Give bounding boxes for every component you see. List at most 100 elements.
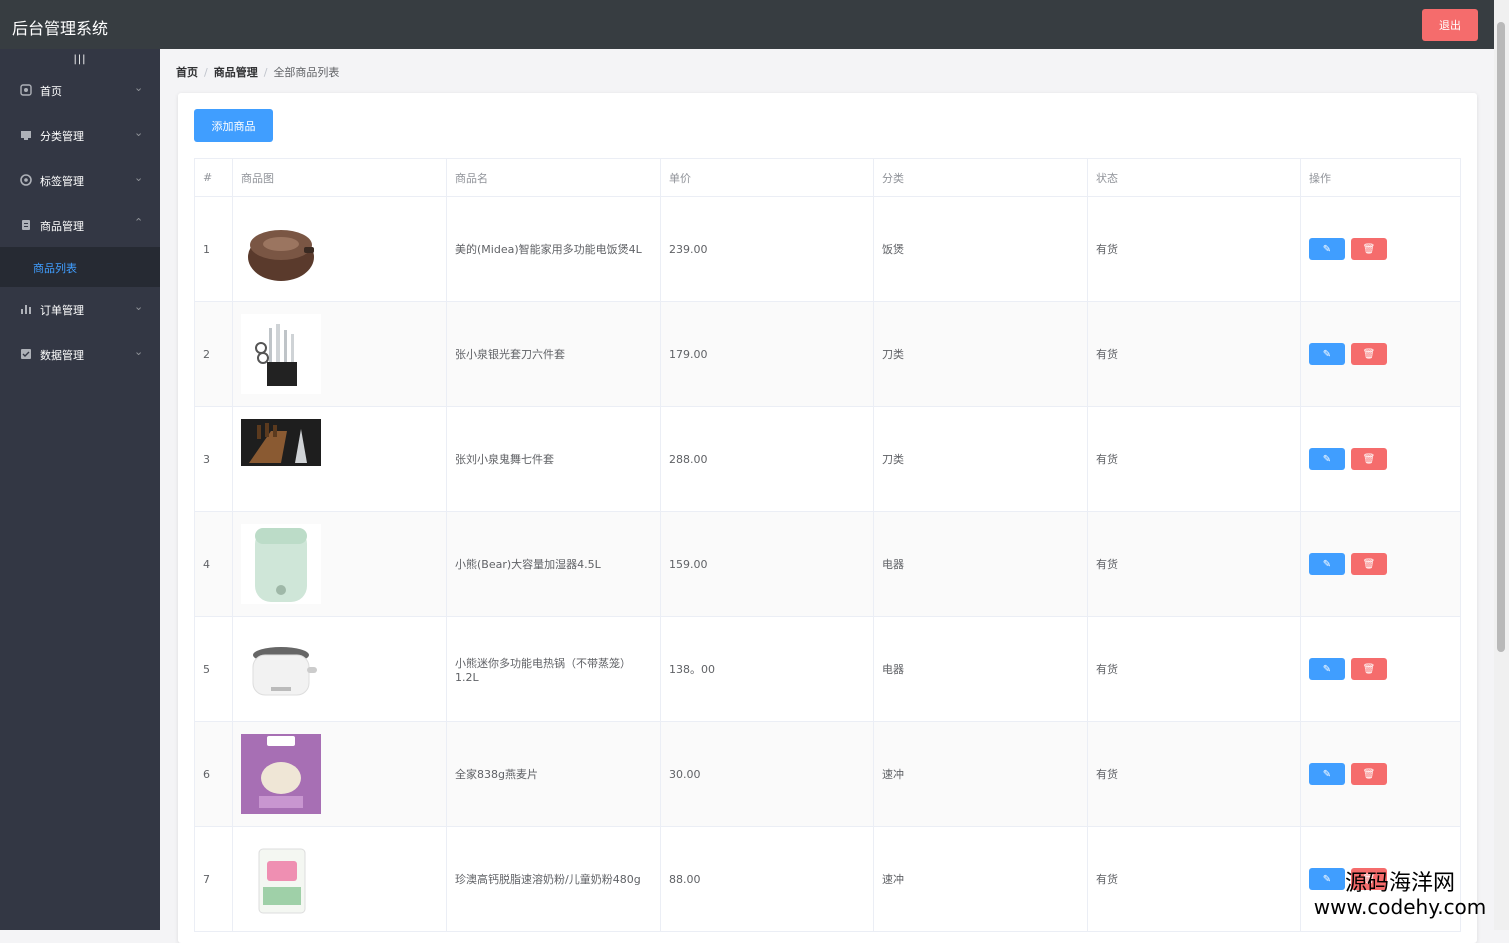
- delete-icon: 🗑: [1362, 348, 1376, 360]
- cell-status: 有货: [1087, 826, 1301, 932]
- cell-actions: ✎ 🗑: [1300, 721, 1461, 827]
- sidebar-item-label: 商品管理: [40, 220, 84, 233]
- chevron-down-icon: ⌄: [134, 171, 144, 184]
- sidebar-item-label: 标签管理: [40, 175, 84, 188]
- sidebar-item-label: 首页: [40, 85, 62, 98]
- table-row: 6 全家838g燕麦片 30.00 速冲 有货 ✎ 🗑: [194, 721, 1461, 827]
- cell-category: 饭煲: [873, 196, 1088, 302]
- sidebar-item-orders[interactable]: 订单管理 ⌄: [0, 288, 160, 332]
- table-row: 7 珍澳高钙脱脂速溶奶粉/儿童奶粉480g 88.00 速冲 有货 ✎ 🗑: [194, 826, 1461, 932]
- page-scrollbar[interactable]: [1494, 0, 1509, 930]
- cell-image: [232, 721, 447, 827]
- cell-actions: ✎ 🗑: [1300, 511, 1461, 617]
- edit-icon: ✎: [1322, 243, 1332, 255]
- delete-button[interactable]: 🗑: [1351, 343, 1387, 365]
- sidebar-item-data[interactable]: 数据管理 ⌄: [0, 333, 160, 377]
- edit-button[interactable]: ✎: [1309, 763, 1345, 785]
- column-header-price: 单价: [660, 158, 874, 197]
- cell-index: 7: [194, 826, 233, 932]
- chevron-up-icon: ⌃: [134, 216, 144, 229]
- sidebar-item-home[interactable]: 首页 ⌄: [0, 69, 160, 113]
- order-chart-icon: [20, 303, 32, 315]
- delete-icon: 🗑: [1362, 663, 1376, 675]
- rice-cooker-image: [241, 209, 321, 289]
- chevron-down-icon: ⌄: [134, 345, 144, 358]
- edit-button[interactable]: ✎: [1309, 343, 1345, 365]
- sidebar-collapse-toggle[interactable]: |||: [0, 49, 160, 69]
- edit-icon: ✎: [1322, 768, 1332, 780]
- tag-icon: [20, 174, 32, 186]
- cell-category: 电器: [873, 511, 1088, 617]
- delete-button[interactable]: 🗑: [1351, 448, 1387, 470]
- app-title: 后台管理系统: [12, 19, 109, 38]
- column-header-index: #: [194, 158, 233, 197]
- knife-block-image: [241, 419, 321, 499]
- cell-category: 电器: [873, 616, 1088, 722]
- scrollbar-thumb[interactable]: [1497, 22, 1505, 652]
- breadcrumb-home[interactable]: 首页: [176, 66, 198, 79]
- milk-powder-image: [241, 839, 321, 919]
- cell-actions: ✎ 🗑: [1300, 196, 1461, 302]
- cell-name: 美的(Midea)智能家用多功能电饭煲4L: [446, 196, 661, 302]
- cell-status: 有货: [1087, 406, 1301, 512]
- table-row: 5 小熊迷你多功能电热锅（不带蒸笼） 1.2L 138。00 电器 有货 ✎ 🗑: [194, 616, 1461, 722]
- cell-image: [232, 301, 447, 407]
- submenu-item-goods-list[interactable]: 商品列表: [0, 247, 160, 287]
- cell-index: 1: [194, 196, 233, 302]
- cell-image: [232, 196, 447, 302]
- edit-button[interactable]: ✎: [1309, 553, 1345, 575]
- cell-actions: ✎ 🗑: [1300, 616, 1461, 722]
- delete-button[interactable]: 🗑: [1351, 553, 1387, 575]
- cell-status: 有货: [1087, 301, 1301, 407]
- cell-index: 5: [194, 616, 233, 722]
- delete-button[interactable]: 🗑: [1351, 658, 1387, 680]
- cell-price: 138。00: [660, 616, 874, 722]
- edit-icon: ✎: [1322, 453, 1332, 465]
- cell-status: 有货: [1087, 196, 1301, 302]
- breadcrumb-goods[interactable]: 商品管理: [214, 66, 258, 79]
- cell-price: 239.00: [660, 196, 874, 302]
- cell-category: 速冲: [873, 721, 1088, 827]
- edit-icon: ✎: [1322, 663, 1332, 675]
- sidebar-item-label: 订单管理: [40, 304, 84, 317]
- edit-button[interactable]: ✎: [1309, 448, 1345, 470]
- cell-name: 珍澳高钙脱脂速溶奶粉/儿童奶粉480g: [446, 826, 661, 932]
- data-icon: [20, 348, 32, 360]
- cell-image: [232, 826, 447, 932]
- column-header-image: 商品图: [232, 158, 447, 197]
- add-goods-button[interactable]: 添加商品: [194, 109, 273, 142]
- delete-button[interactable]: 🗑: [1351, 238, 1387, 260]
- cell-name: 张刘小泉鬼舞七件套: [446, 406, 661, 512]
- cell-category: 刀类: [873, 406, 1088, 512]
- edit-button[interactable]: ✎: [1309, 658, 1345, 680]
- cell-price: 159.00: [660, 511, 874, 617]
- table-row: 2 张小泉银光套刀六件套 179.00 刀类 有货 ✎ 🗑: [194, 301, 1461, 407]
- delete-icon: 🗑: [1362, 243, 1376, 255]
- logout-button[interactable]: 退出: [1422, 9, 1478, 41]
- knife-set-image: [241, 314, 321, 394]
- submenu-item-label: 商品列表: [33, 262, 77, 275]
- chevron-down-icon: ⌄: [134, 126, 144, 139]
- edit-button[interactable]: ✎: [1309, 238, 1345, 260]
- cell-actions: ✎ 🗑: [1300, 406, 1461, 512]
- sidebar-item-category[interactable]: 分类管理 ⌄: [0, 114, 160, 158]
- cell-index: 6: [194, 721, 233, 827]
- column-header-status: 状态: [1087, 158, 1301, 197]
- edit-icon: ✎: [1322, 558, 1332, 570]
- sidebar-item-goods[interactable]: 商品管理 ⌃: [0, 204, 160, 248]
- cell-status: 有货: [1087, 616, 1301, 722]
- cell-status: 有货: [1087, 511, 1301, 617]
- cell-name: 张小泉银光套刀六件套: [446, 301, 661, 407]
- electric-pot-image: [241, 629, 321, 709]
- sidebar-item-label: 分类管理: [40, 130, 84, 143]
- cell-image: [232, 616, 447, 722]
- sidebar-item-tags[interactable]: 标签管理 ⌄: [0, 159, 160, 203]
- breadcrumb: 首页 / 商品管理 / 全部商品列表: [176, 66, 340, 79]
- watermark-line2: www.codehy.com: [1313, 895, 1487, 920]
- category-icon: [20, 129, 32, 141]
- cell-price: 88.00: [660, 826, 874, 932]
- cell-index: 4: [194, 511, 233, 617]
- delete-icon: 🗑: [1362, 768, 1376, 780]
- delete-button[interactable]: 🗑: [1351, 763, 1387, 785]
- delete-icon: 🗑: [1362, 558, 1376, 570]
